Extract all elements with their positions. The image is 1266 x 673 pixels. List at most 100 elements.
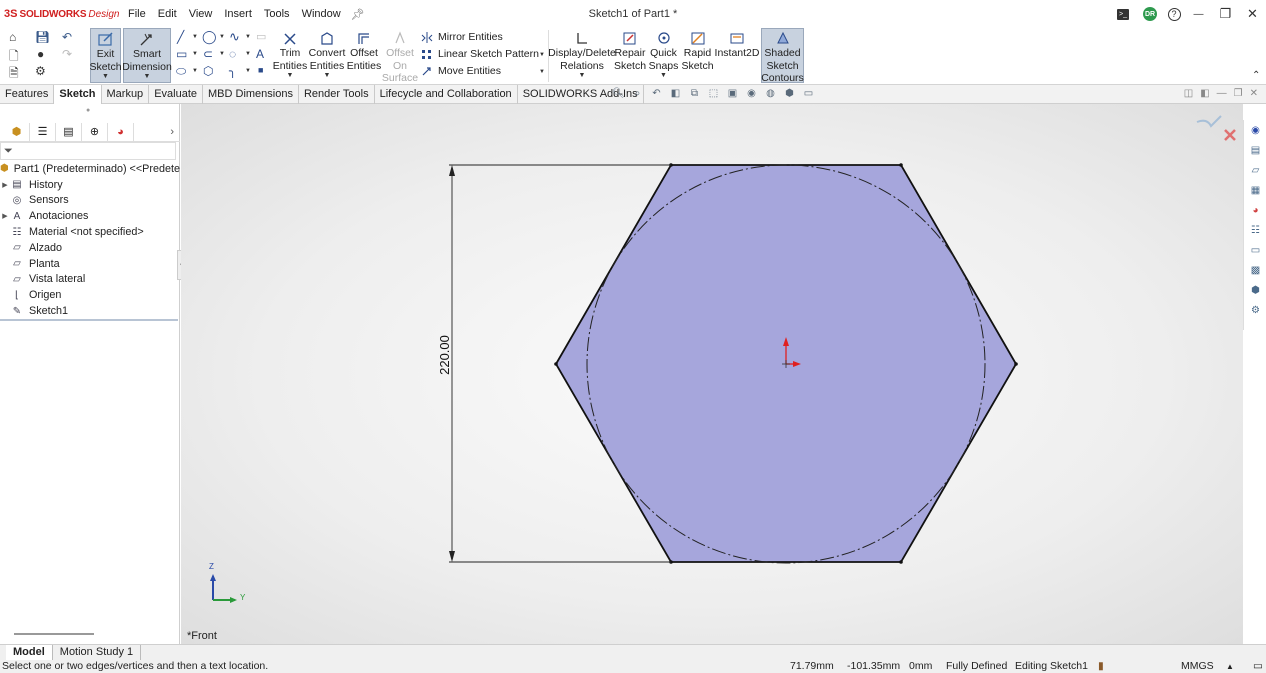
3d-experience-icon[interactable]: ⬢ <box>1244 280 1266 300</box>
feature-manager-tab-icon[interactable]: ⬢ <box>4 122 30 141</box>
line-tool-dropdown-icon[interactable]: ▼ <box>192 34 198 40</box>
fillet-tool-dropdown-icon[interactable]: ▼ <box>245 68 251 74</box>
help-icon[interactable]: ? <box>1163 0 1185 28</box>
menu-insert[interactable]: Insert <box>218 8 258 20</box>
arc-tool-dropdown-icon[interactable]: ▼ <box>245 51 251 57</box>
rapid-sketch-button[interactable]: Rapid Sketch <box>681 30 714 72</box>
line-tool-icon[interactable]: ╱ <box>177 30 184 44</box>
design-library-icon[interactable]: ▤ <box>1244 140 1266 160</box>
exit-sketch-dropdown-icon[interactable]: ▼ <box>102 73 109 81</box>
trim-entities-button[interactable]: Trim Entities ▼ <box>273 30 307 80</box>
task-pane-toggle-icon[interactable]: ▭ <box>1253 660 1263 673</box>
collapse-ribbon-icon[interactable]: ⌃ <box>1252 70 1260 81</box>
tree-filter[interactable]: ⏷ <box>0 142 176 160</box>
command-search-icon[interactable]: >_ <box>1117 8 1129 20</box>
rectangle-tool-dropdown-icon[interactable]: ▼ <box>192 51 198 57</box>
edit-appearance-icon[interactable]: ◍ <box>764 87 777 100</box>
tree-item[interactable]: ☷ Material <not specified> <box>0 224 180 240</box>
menu-edit[interactable]: Edit <box>152 8 183 20</box>
custom-properties-icon[interactable]: ☷ <box>1244 220 1266 240</box>
tree-item[interactable]: ▶ ▤ History <box>0 177 180 193</box>
property-manager-tab-icon[interactable]: ☰ <box>30 122 56 141</box>
expand-arrow-icon[interactable]: ▶ <box>0 181 10 189</box>
restore-button[interactable]: ❐ <box>1212 0 1239 28</box>
offset-on-surface-button[interactable]: Offset On Surface <box>382 30 418 85</box>
tab-evaluate[interactable]: Evaluate <box>149 85 203 104</box>
file-explorer-icon[interactable]: ▱ <box>1244 160 1266 180</box>
text-tool-icon[interactable]: A <box>256 47 264 61</box>
slot-tool-icon[interactable]: ⊂ <box>203 47 213 61</box>
arc-tool-icon[interactable]: ◌ <box>229 47 236 61</box>
quick-snaps-button[interactable]: Quick Snaps ▼ <box>649 30 678 80</box>
point-tool-icon[interactable]: ■ <box>258 65 263 75</box>
tab-model[interactable]: Model <box>6 645 53 660</box>
panel-scrollbar[interactable] <box>14 633 94 635</box>
tree-item[interactable]: ▱ Vista lateral <box>0 272 180 288</box>
add-ins-icon[interactable]: ⚙ <box>1244 300 1266 320</box>
slot-tool-dropdown-icon[interactable]: ▼ <box>219 51 225 57</box>
polygon-tool-icon[interactable]: ⬭ <box>176 64 186 79</box>
toolbox-icon[interactable]: ▩ <box>1244 260 1266 280</box>
appearances-icon[interactable]: ◕ <box>1244 200 1266 220</box>
tree-item[interactable]: ◎ Sensors <box>0 193 180 209</box>
expand-arrow-icon[interactable]: ▶ <box>0 212 10 220</box>
forum-icon[interactable]: ▭ <box>1244 240 1266 260</box>
dynamic-annotation-icon[interactable]: ⧉ <box>688 87 701 100</box>
options-gear-icon[interactable]: ⚙ <box>35 64 46 78</box>
move-dropdown-icon[interactable]: ▼ <box>539 69 545 75</box>
previous-view-icon[interactable]: ↶ <box>650 87 663 100</box>
save-icon[interactable]: 💾︎ <box>35 30 50 44</box>
move-entities-button[interactable]: Move Entities <box>420 65 501 77</box>
fillet-tool-icon[interactable]: ╮ <box>229 64 236 78</box>
panel-grip-icon[interactable]: ● <box>86 107 90 114</box>
solidworks-resources-icon[interactable]: ◉ <box>1244 120 1266 140</box>
tab-render-tools[interactable]: Render Tools <box>299 85 375 104</box>
cancel-sketch-x-icon[interactable] <box>1224 129 1236 141</box>
mirror-entities-button[interactable]: Mirror Entities <box>420 31 503 43</box>
configuration-manager-tab-icon[interactable]: ▤ <box>56 122 82 141</box>
trim-dropdown-icon[interactable]: ▼ <box>287 72 294 80</box>
repair-sketch-button[interactable]: Repair Sketch <box>614 30 646 72</box>
tab-features[interactable]: Features <box>0 85 55 104</box>
status-units[interactable]: MMGS <box>1181 660 1214 673</box>
minimize-button[interactable]: — <box>1185 0 1212 28</box>
linear-sketch-pattern-button[interactable]: Linear Sketch Pattern <box>420 48 539 60</box>
graphics-area[interactable]: 220.00 Z Y *Front <box>181 104 1243 644</box>
rebuild-indicator-icon[interactable]: ▮ <box>1098 660 1104 673</box>
tree-item[interactable]: ▱ Planta <box>0 256 180 272</box>
view-orientation-icon[interactable]: ⬚ <box>707 87 720 100</box>
exit-sketch-button[interactable]: Exit Sketch ▼ <box>89 28 122 83</box>
tab-mbd-dimensions[interactable]: MBD Dimensions <box>203 85 299 104</box>
tree-item[interactable]: ⌊ Origen <box>0 287 180 303</box>
display-style-icon[interactable]: ▣ <box>726 87 739 100</box>
convert-dropdown-icon[interactable]: ▼ <box>324 72 331 80</box>
apply-scene-icon[interactable]: ⬢ <box>783 87 796 100</box>
quick-snaps-dropdown-icon[interactable]: ▼ <box>660 72 667 80</box>
tab-lifecycle-collaboration[interactable]: Lifecycle and Collaboration <box>375 85 518 104</box>
relations-dropdown-icon[interactable]: ▼ <box>579 72 586 80</box>
convert-entities-button[interactable]: Convert Entities ▼ <box>309 30 345 80</box>
tree-item[interactable]: ▶ A Anotaciones <box>0 208 180 224</box>
tree-item[interactable]: ▱ Alzado <box>0 240 180 256</box>
sketch-picture-icon[interactable]: ▭ <box>256 30 266 43</box>
polygon-tool-dropdown-icon[interactable]: ▼ <box>192 68 198 74</box>
hide-show-items-icon[interactable]: ◉ <box>745 87 758 100</box>
smart-dimension-button[interactable]: Smart Dimension ▼ <box>122 28 172 83</box>
instant2d-button[interactable]: Instant2D <box>715 30 759 60</box>
confirm-sketch-check-icon[interactable] <box>1196 115 1222 128</box>
menu-file[interactable]: File <box>122 8 152 20</box>
split-icon[interactable]: ◧ <box>1200 88 1209 99</box>
ellipse-tool-icon[interactable]: ⬡ <box>203 64 213 78</box>
units-menu-chevron-icon[interactable]: ▲ <box>1226 660 1234 673</box>
menu-window[interactable]: Window <box>296 8 347 20</box>
tab-sketch[interactable]: Sketch <box>54 85 102 104</box>
rebuild-icon[interactable]: ● <box>37 47 44 61</box>
section-view-icon[interactable]: ◧ <box>669 87 682 100</box>
doc-close-icon[interactable]: ✕ <box>1250 88 1258 99</box>
undo-icon[interactable]: ↶ <box>62 30 72 44</box>
tree-item[interactable]: ⬢ Part1 (Predeterminado) <<Predeterminado… <box>0 161 180 177</box>
circle-tool-dropdown-icon[interactable]: ▼ <box>219 34 225 40</box>
circle-tool-icon[interactable]: ◯ <box>202 29 217 45</box>
view-settings-icon[interactable]: ▭ <box>802 87 815 100</box>
menu-view[interactable]: View <box>183 8 219 20</box>
